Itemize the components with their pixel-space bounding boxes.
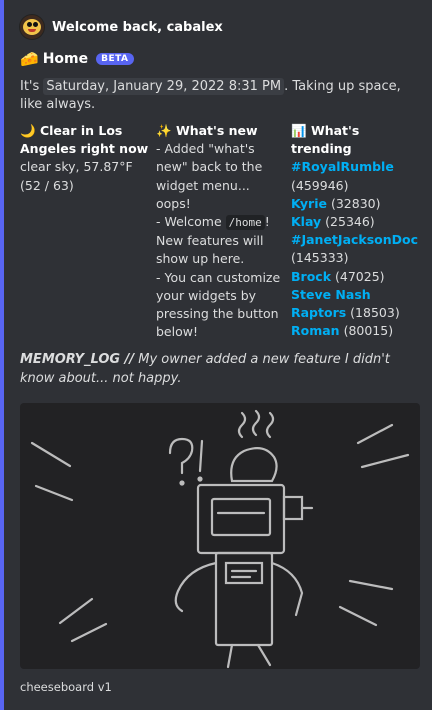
motion-line [30,441,72,468]
robot-screen [210,497,272,537]
robot-body [214,551,274,647]
whats-new-field: ✨ What's new - Added "what's new" back t… [156,122,286,341]
home-command-code: /home [225,215,265,231]
whats-new-line-3: - You can customize your widgets by pres… [156,269,281,340]
trending-item: #RoyalRumble (459946) [291,159,394,193]
trending-item: #JanetJacksonDoc (145333) [291,232,419,266]
trending-field: 📊 What's trending #RoyalRumble (459946) K… [291,122,421,340]
page-title: Home [42,51,89,67]
moon-icon: 🌙 [20,123,36,138]
motion-line [34,484,74,502]
embed-card: Welcome back, cabalex 🧀 Home BETA It's S… [0,0,432,710]
toast-hat [230,446,278,483]
robot-drawing-image [30,409,410,669]
trending-item: Klay (25346) [291,214,375,230]
question-mark [168,437,194,475]
trending-field-name: 📊 What's trending [291,122,421,158]
trending-link[interactable]: Steve Nash [291,287,371,302]
embed-author: Welcome back, cabalex [20,14,223,40]
motion-line [338,605,378,627]
whats-new-title: What's new [175,123,258,138]
trending-item: Kyrie (32830) [291,195,381,211]
embed-title: 🧀 Home BETA [20,50,134,68]
whats-new-line-2: - Welcome /home! New features will show … [156,214,270,267]
cheese-icon: 🧀 [20,50,39,68]
avatar[interactable] [20,15,44,39]
robot-arm [174,561,218,613]
trending-link[interactable]: #JanetJacksonDoc [291,232,418,247]
motion-line [348,579,394,591]
trending-item: Steve Nash [291,286,421,304]
whats-new-line-1: - Added "what's new" back to the widget … [156,141,263,211]
weather-field-name: 🌙 Clear in Los Angeles right now [20,122,150,158]
weather-field: 🌙 Clear in Los Angeles right now clear s… [20,122,150,195]
weather-value: clear sky, 57.87°F (52 / 63) [20,159,133,193]
whats-new-field-name: ✨ What's new [156,122,286,140]
trending-item: Raptors (18503) [291,305,400,321]
exclamation-mark [198,439,204,473]
trending-link[interactable]: Kyrie [291,196,327,211]
trending-link[interactable]: Klay [291,214,321,229]
motion-line [360,453,410,469]
beta-badge: BETA [96,53,134,65]
trending-link[interactable]: #RoyalRumble [291,159,394,174]
memory-log-label: MEMORY_LOG // [20,352,135,367]
sparkles-icon: ✨ [156,123,172,138]
motion-line [70,622,108,643]
trending-link[interactable]: Brock [291,269,331,284]
motion-line [58,597,94,625]
trending-link[interactable]: Raptors [291,305,346,320]
weather-title: Clear in Los Angeles right now [20,123,149,157]
embed-image[interactable] [20,403,420,669]
chart-icon: 📊 [291,123,307,138]
author-name: Welcome back, cabalex [52,19,223,35]
motion-line [356,423,394,445]
embed-description: It's Saturday, January 29, 2022 8:31 PM.… [20,78,420,114]
robot-arm [270,561,304,617]
description-prefix: It's [20,79,44,94]
timestamp[interactable]: Saturday, January 29, 2022 8:31 PM [43,78,285,95]
trending-link[interactable]: Roman [291,323,340,338]
robot-badge [224,561,264,585]
embed-footer: cheeseboard v1 [20,680,112,694]
trending-item: Brock (47025) [291,268,385,284]
trending-list: #RoyalRumble (459946) Kyrie (32830) Klay … [291,158,421,340]
trending-item: Roman (80015) [291,323,394,339]
memory-log: MEMORY_LOG // My owner added a new featu… [20,351,420,388]
